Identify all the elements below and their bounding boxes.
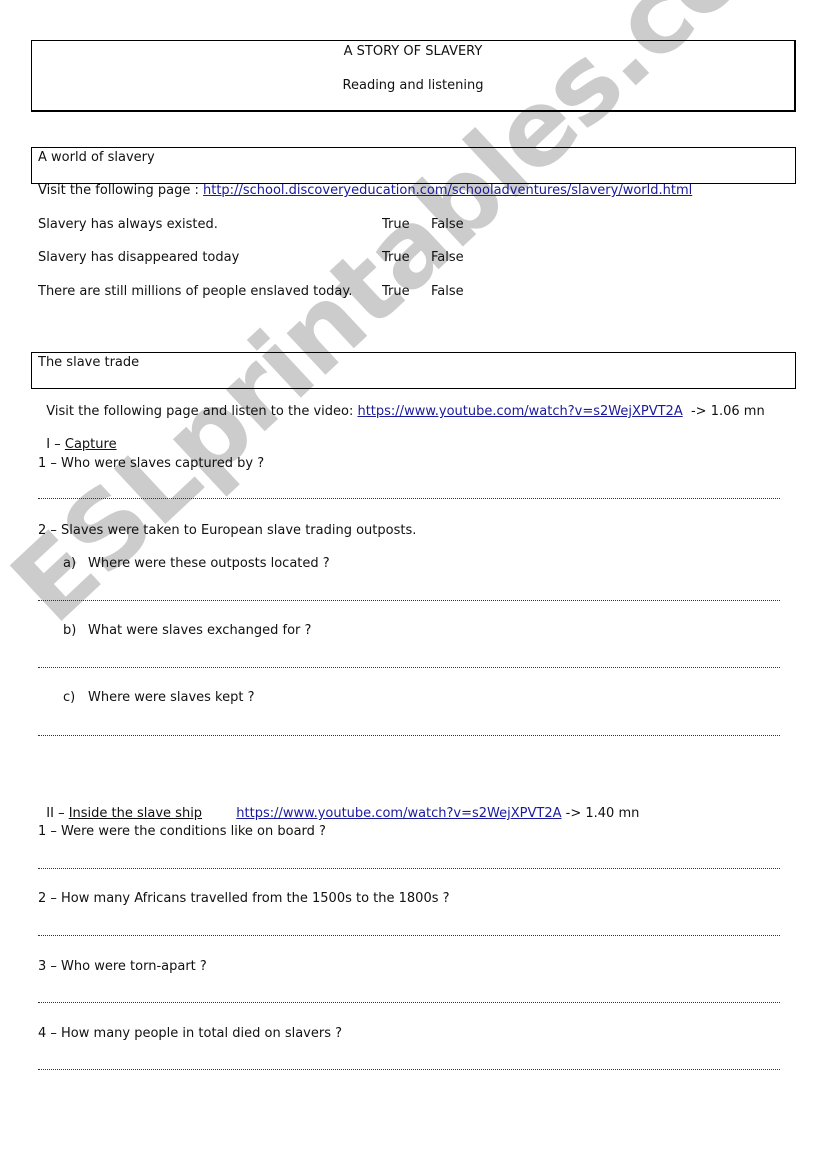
section-heading-world: A world of slavery <box>38 150 155 165</box>
youtube-link-2[interactable]: https://www.youtube.com/watch?v=s2WejXPV… <box>236 806 561 821</box>
visit-line-world: Visit the following page : http://school… <box>38 183 692 198</box>
title-box: A STORY OF SLAVERY Reading and listening <box>31 40 796 112</box>
discovery-link[interactable]: http://school.discoveryeducation.com/sch… <box>203 183 692 198</box>
statement-1: Slavery has always existed. <box>38 217 218 232</box>
part-2-title: Inside the slave ship <box>68 806 203 821</box>
statement-3-false[interactable]: False <box>431 284 464 299</box>
section-heading-box-trade: The slave trade <box>31 352 796 389</box>
answer-line-2-2[interactable] <box>38 935 780 936</box>
part-1-title: Capture <box>64 437 117 452</box>
section-heading-trade: The slave trade <box>38 355 140 370</box>
youtube-link-1[interactable]: https://www.youtube.com/watch?v=s2WejXPV… <box>357 404 682 419</box>
question-1-2c-marker: c) <box>63 690 76 705</box>
answer-line-2-1[interactable] <box>38 868 780 869</box>
statement-3: There are still millions of people ensla… <box>38 284 353 299</box>
question-1-1: 1 – Who were slaves captured by ? <box>38 456 265 471</box>
section-heading-box-world: A world of slavery <box>31 147 796 184</box>
question-2-1: 1 – Were were the conditions like on boa… <box>38 824 326 839</box>
question-1-2c: Where were slaves kept ? <box>88 690 255 705</box>
part-1-heading: I – Capture <box>38 422 117 452</box>
statement-3-true[interactable]: True <box>382 284 410 299</box>
question-2-3: 3 – Who were torn-apart ? <box>38 959 207 974</box>
video-duration-2: -> 1.40 mn <box>561 806 640 821</box>
part-2-numeral: II – <box>46 806 69 821</box>
answer-line-2-4[interactable] <box>38 1069 780 1070</box>
visit-prefix: Visit the following page and listen to t… <box>46 404 358 419</box>
answer-line-1-2c[interactable] <box>38 735 780 736</box>
part-1-numeral: I – <box>46 437 65 452</box>
question-2-4: 4 – How many people in total died on sla… <box>38 1026 343 1041</box>
statement-2-true[interactable]: True <box>382 250 410 265</box>
statement-2-false[interactable]: False <box>431 250 464 265</box>
answer-line-1-1[interactable] <box>38 498 780 499</box>
page-title: A STORY OF SLAVERY <box>343 44 483 59</box>
statement-1-true[interactable]: True <box>382 217 410 232</box>
question-2-2: 2 – How many Africans travelled from the… <box>38 891 450 906</box>
answer-line-1-2b[interactable] <box>38 667 780 668</box>
answer-line-2-3[interactable] <box>38 1002 780 1003</box>
part-2-link-line: https://www.youtube.com/watch?v=s2WejXPV… <box>228 791 639 821</box>
video-duration-1: -> 1.06 mn <box>682 404 765 419</box>
page-subtitle: Reading and listening <box>342 78 484 93</box>
answer-line-1-2a[interactable] <box>38 600 780 601</box>
question-1-2a-marker: a) <box>63 556 77 571</box>
question-1-2a: Where were these outposts located ? <box>88 556 330 571</box>
part-2-heading: II – Inside the slave ship <box>38 791 202 821</box>
question-1-2b: What were slaves exchanged for ? <box>88 623 312 638</box>
question-1-2: 2 – Slaves were taken to European slave … <box>38 523 417 538</box>
statement-1-false[interactable]: False <box>431 217 464 232</box>
visit-prefix: Visit the following page : <box>38 183 203 198</box>
statement-2: Slavery has disappeared today <box>38 250 240 265</box>
visit-line-trade: Visit the following page and listen to t… <box>38 389 765 419</box>
question-1-2b-marker: b) <box>63 623 77 638</box>
